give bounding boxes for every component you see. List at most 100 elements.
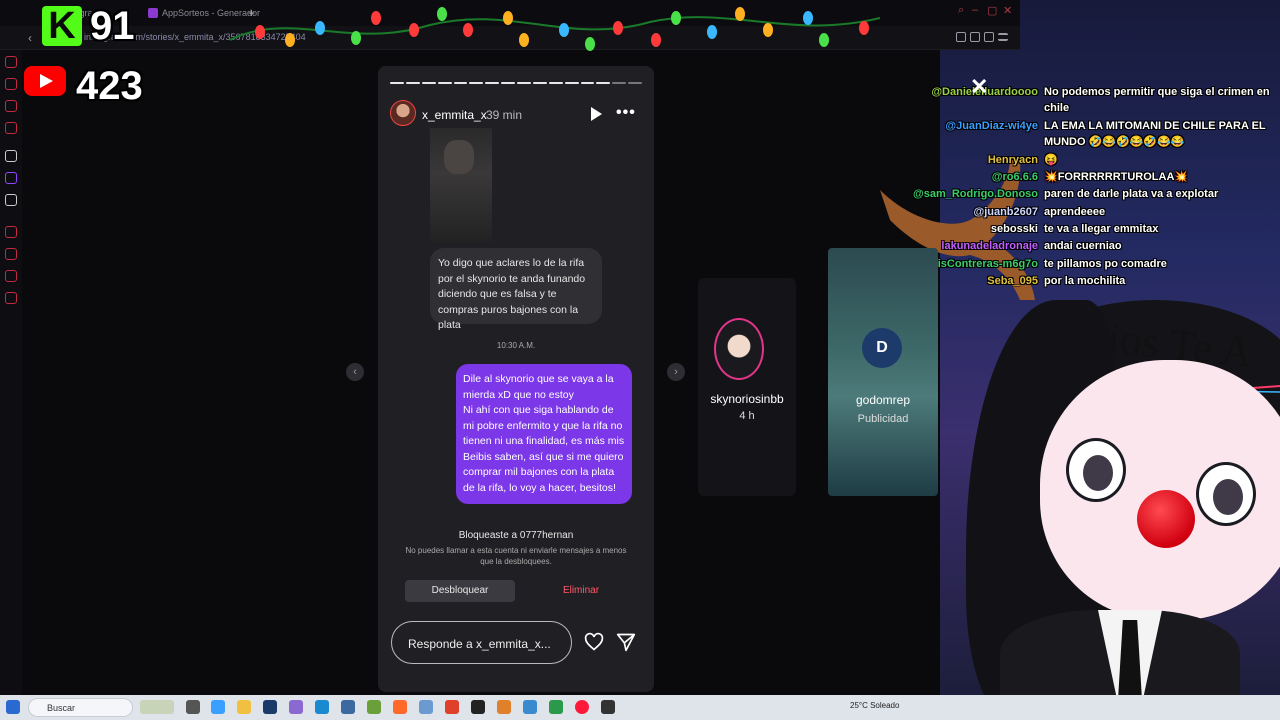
new-tab-button[interactable]: + (248, 5, 255, 21)
taskbar-search[interactable]: Buscar (28, 698, 133, 717)
close-window-button[interactable]: ✕ (1003, 4, 1012, 17)
taskbar-app-icon[interactable] (549, 700, 563, 714)
next-story-button[interactable]: › (667, 363, 685, 381)
progress-segment (421, 82, 436, 84)
progress-segment (469, 82, 484, 84)
settings-icon[interactable] (5, 292, 17, 304)
story-author-username[interactable]: x_emmita_x (422, 108, 487, 122)
unblock-button[interactable]: Desbloquear (405, 580, 515, 602)
shared-photo (430, 128, 492, 242)
file-explorer-icon[interactable] (237, 700, 251, 714)
sidebar-icon[interactable] (5, 150, 17, 162)
download-icon[interactable] (984, 32, 994, 42)
taskbar-app-icon[interactable] (601, 700, 615, 714)
story-time: 39 min (486, 108, 523, 122)
outgoing-message: Dile al skynorio que se vaya a la mierda… (456, 364, 632, 504)
share-icon[interactable] (970, 32, 980, 42)
outgoing-message-line: Dile al skynorio que se vaya a la mierda… (463, 373, 614, 401)
address-bar: ‹ instagram.com/stories/x_emmita_x/35678… (0, 26, 1020, 50)
opera-gx-icon[interactable] (575, 700, 589, 714)
tab-appsorteos[interactable]: AppSorteos - Generador (148, 5, 260, 21)
youtube-icon (24, 66, 66, 96)
progress-segment (517, 82, 531, 84)
weather-widget[interactable]: 25°C Soleado (850, 701, 899, 710)
story-preview-time: 4 h (739, 410, 755, 422)
search-tabs-icon[interactable]: ⌕ (958, 4, 964, 17)
obs-icon[interactable] (471, 700, 485, 714)
chat-username: sebosski (990, 223, 1038, 235)
blocked-title: Bloqueaste a 0777hernan (458, 530, 574, 541)
chat-text: LA EMA LA MITOMANI DE CHILE PARA EL MUND… (1044, 120, 1266, 148)
copilot-icon[interactable] (211, 700, 225, 714)
chat-username: Henryacn (987, 154, 1038, 166)
story-preview-name: godomrep (855, 393, 911, 407)
godomrep-logo: D (862, 328, 902, 368)
delete-button[interactable]: Eliminar (526, 580, 636, 602)
more-options-icon[interactable]: ••• (616, 104, 636, 122)
story-preview-skynoriosinbb[interactable]: skynoriosinbb 4 h (698, 278, 796, 496)
close-story-icon[interactable]: ✕ (970, 74, 988, 100)
sidebar-icon[interactable] (5, 122, 17, 134)
windows-start-icon[interactable] (6, 700, 20, 714)
reply-input[interactable]: Responde a x_emmita_x... (391, 621, 572, 664)
tab-label: AppSorteos - Generador (162, 8, 261, 18)
chat-text: paren de darle plata va a explotar (1044, 188, 1219, 200)
browser-sidebar (0, 50, 22, 695)
sidebar-icon[interactable] (5, 248, 17, 260)
taskbar-app-icon[interactable] (289, 700, 303, 714)
taskbar-app-icon[interactable] (419, 700, 433, 714)
progress-segment (548, 82, 563, 84)
chat-username: @sam_Rodrigo.Donoso (912, 188, 1038, 200)
sidebar-icon[interactable] (5, 56, 17, 68)
taskbar-app-icon[interactable] (367, 700, 381, 714)
blocked-description: No puedes llamar a esta cuenta ni enviar… (405, 546, 627, 566)
progress-segment (612, 82, 627, 84)
send-icon[interactable] (616, 632, 636, 652)
message-timestamp: 10:30 A.M. (496, 341, 536, 350)
chat-text: te pillamos po comadre (1044, 258, 1167, 270)
windows-taskbar: Buscar 25°C Soleado (0, 695, 1280, 720)
back-arrow-icon[interactable]: ‹ (28, 31, 32, 45)
heart-icon[interactable] (584, 632, 604, 652)
taskbar-widget-icon[interactable] (140, 700, 174, 714)
maximize-button[interactable]: ▢ (987, 4, 997, 17)
appsorteos-icon (148, 8, 158, 18)
chat-text: aprendeeee (1044, 206, 1106, 218)
taskbar-app-icon[interactable] (497, 700, 511, 714)
play-icon[interactable] (591, 107, 602, 121)
chat-username: @JuanDiaz-wi4ye (945, 120, 1038, 132)
progress-segment (437, 82, 452, 84)
story-progress (390, 82, 642, 85)
story-preview-name: skynoriosinbb (710, 392, 784, 406)
extension-icon[interactable] (956, 32, 966, 42)
progress-segment (453, 82, 468, 84)
story-author-avatar[interactable] (390, 100, 416, 126)
edge-icon[interactable] (315, 700, 329, 714)
story-preview-godomrep[interactable]: D godomrep Publicidad (828, 248, 938, 496)
progress-segment (501, 82, 515, 84)
menu-icon[interactable] (998, 33, 1008, 41)
previous-story-button[interactable]: ‹ (346, 363, 364, 381)
chat-text: No podemos permitir que siga el crimen e… (1044, 86, 1270, 114)
sidebar-icon[interactable] (5, 78, 17, 90)
twitch-icon[interactable] (5, 172, 17, 184)
progress-segment (628, 82, 642, 84)
x-icon[interactable] (5, 194, 17, 206)
taskbar-app-icon[interactable] (341, 700, 355, 714)
incoming-message: Yo digo que aclares lo de la rifa por el… (430, 248, 602, 331)
task-view-icon[interactable] (186, 700, 200, 714)
taskbar-app-icon[interactable] (523, 700, 537, 714)
sidebar-icon[interactable] (5, 270, 17, 282)
chat-text: por la mochilita (1044, 275, 1126, 287)
story-viewer: x_emmita_x 39 min ••• Yo digo que aclare… (378, 66, 654, 692)
sidebar-icon[interactable] (5, 100, 17, 112)
chrome-icon[interactable] (445, 700, 459, 714)
sidebar-icon[interactable] (5, 226, 17, 238)
progress-segment (580, 82, 595, 84)
progress-segment (532, 82, 547, 84)
firefox-icon[interactable] (393, 700, 407, 714)
taskbar-app-icon[interactable] (263, 700, 277, 714)
sponsored-label: Publicidad (857, 413, 909, 425)
vtuber-eye-right (1196, 462, 1256, 526)
minimize-button[interactable]: – (972, 4, 978, 16)
